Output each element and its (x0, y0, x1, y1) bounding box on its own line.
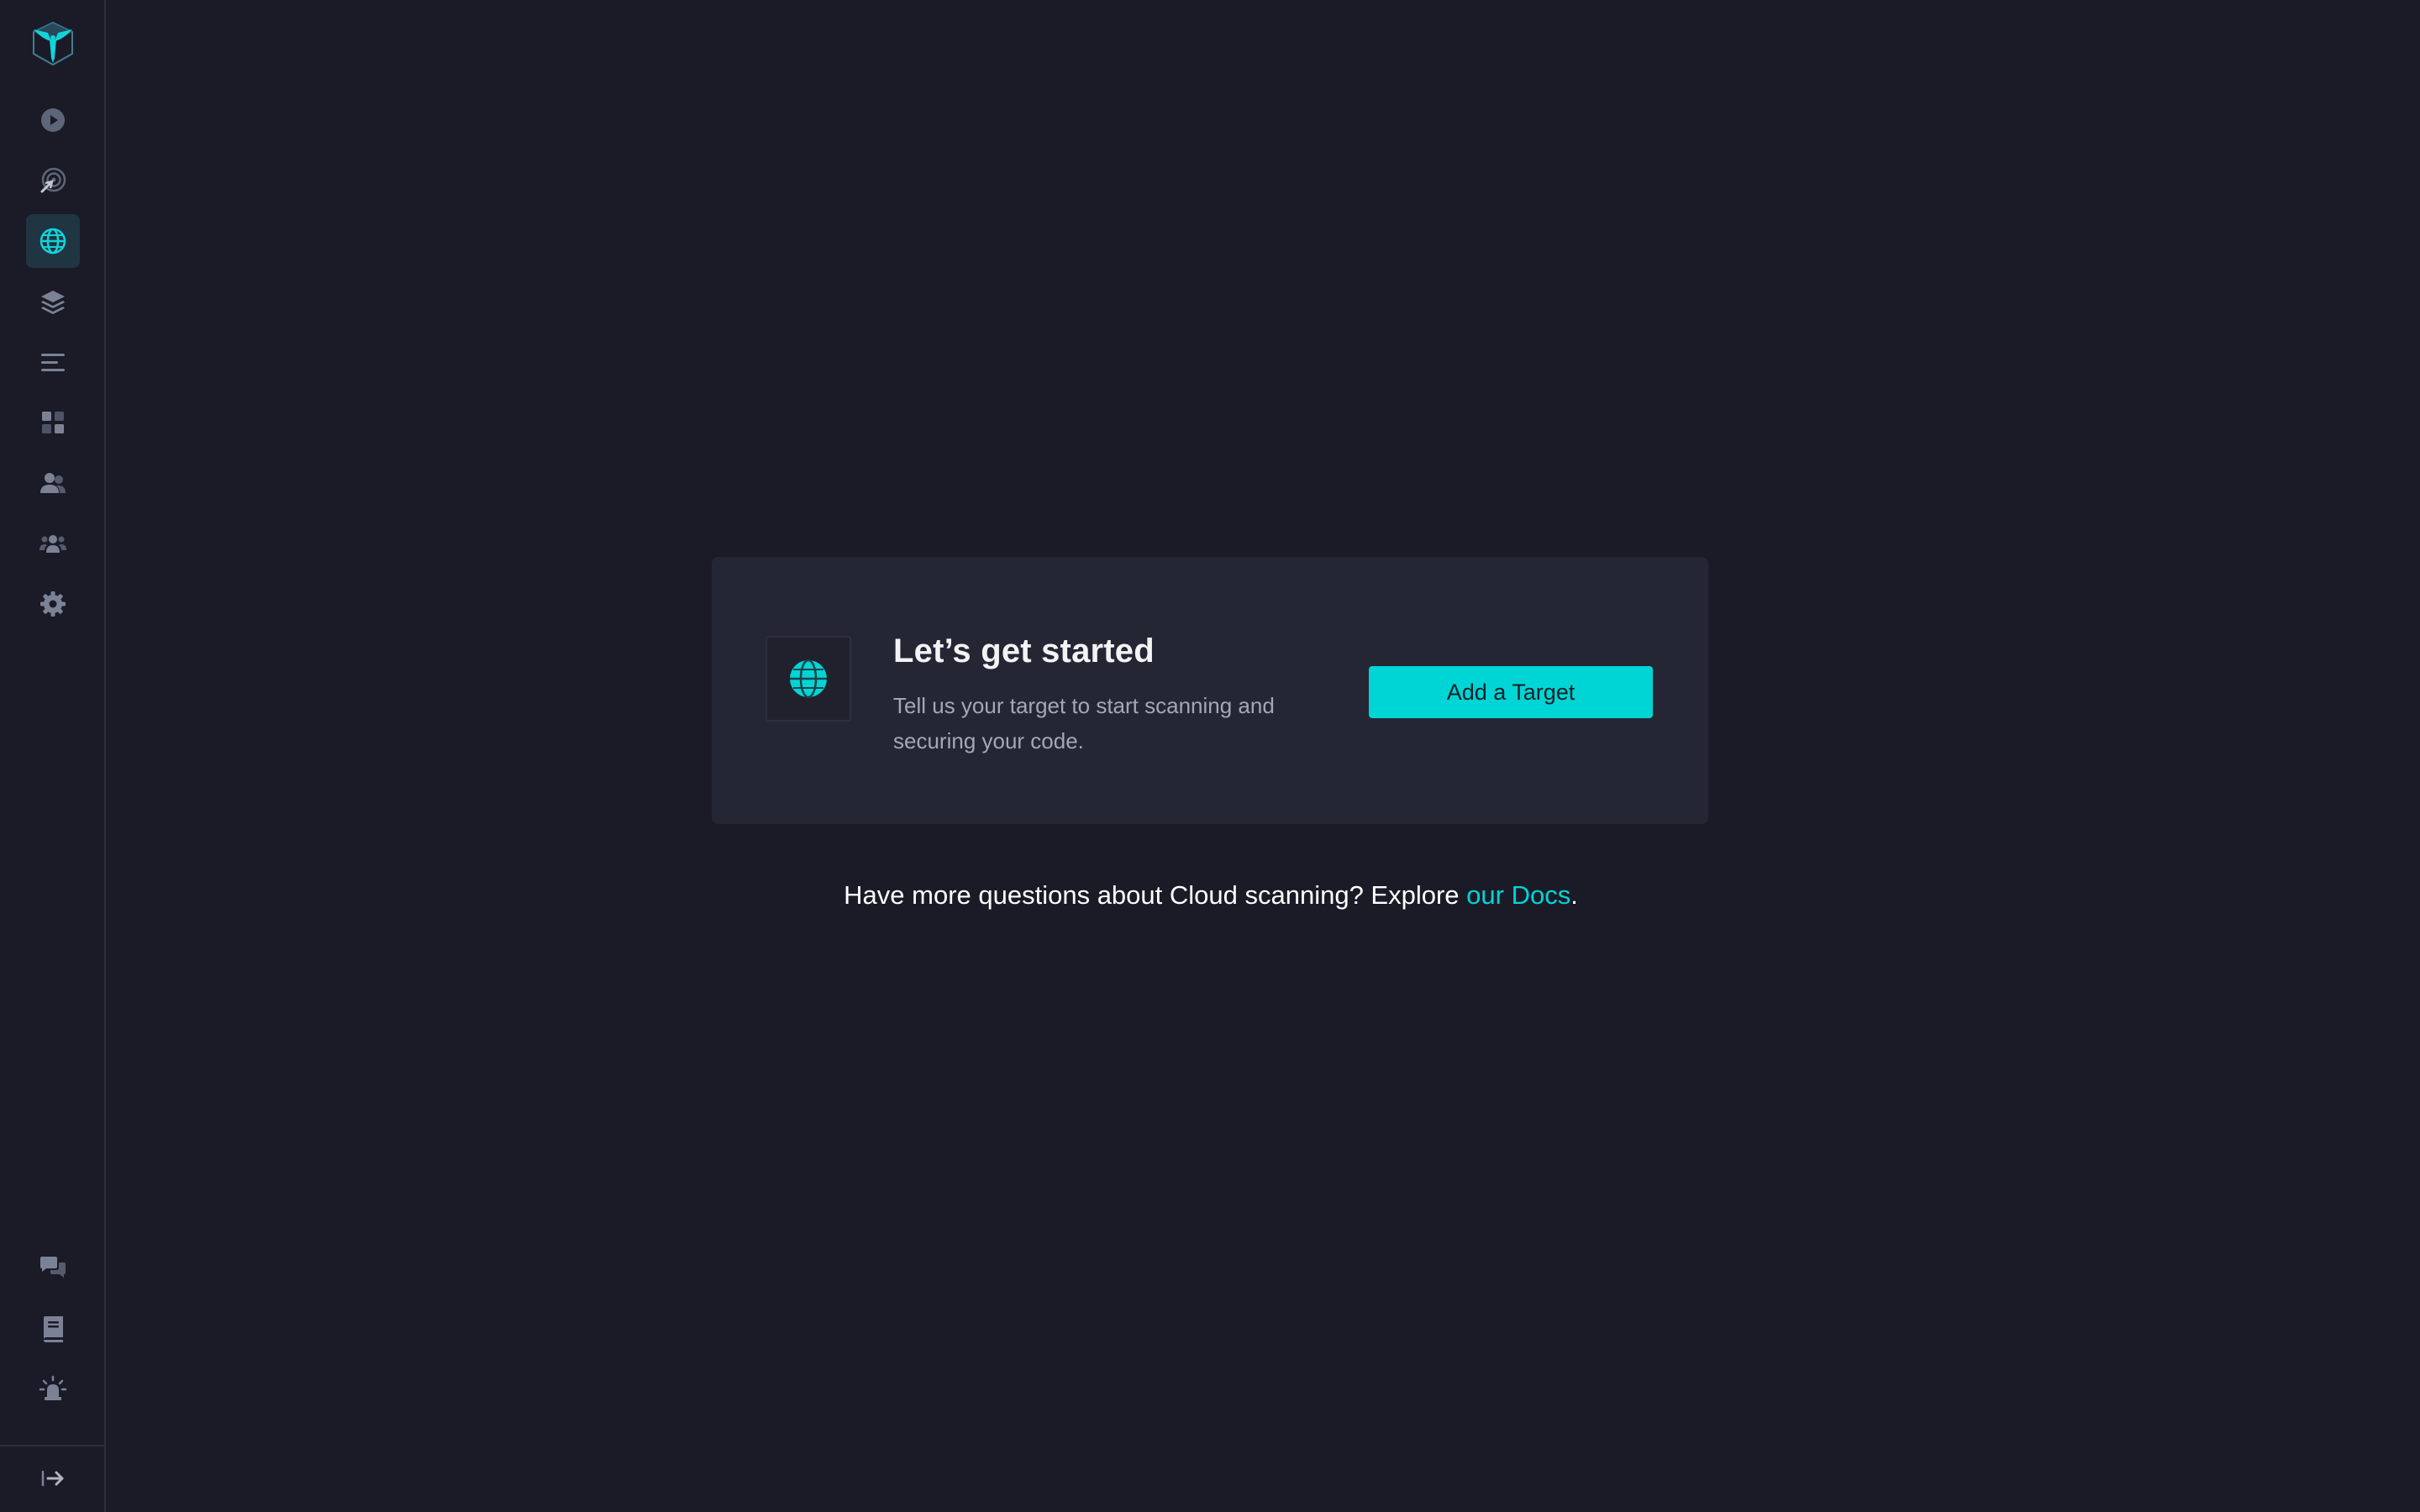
sidebar-item-settings[interactable] (26, 577, 80, 631)
book-icon (44, 1316, 63, 1342)
sidebar-item-chat[interactable] (26, 1242, 80, 1295)
add-target-button[interactable]: Add a Target (1369, 666, 1653, 718)
sidebar-item-layers[interactable] (26, 275, 80, 328)
sidebar-item-scan-activity[interactable] (26, 154, 80, 207)
sidebar-item-users[interactable] (26, 456, 80, 510)
sidebar-item-scans[interactable] (26, 93, 80, 147)
sidebar-item-dashboard[interactable] (26, 396, 80, 449)
docs-prompt: Have more questions about Cloud scanning… (106, 880, 2316, 911)
sidebar-item-report-bug[interactable] (26, 1362, 80, 1416)
docs-prompt-text: Have more questions about Cloud scanning… (844, 880, 1467, 910)
play-circle-icon (41, 108, 65, 132)
docs-link[interactable]: our Docs (1466, 880, 1570, 910)
bug-alert-icon (39, 1375, 67, 1400)
sidebar-item-lists[interactable] (26, 335, 80, 389)
main-content: Let’s get started Tell us your target to… (106, 0, 2420, 1512)
card-description: Tell us your target to start scanning an… (893, 693, 1275, 753)
radar-icon (40, 167, 66, 193)
card-title: Let’s get started (893, 633, 1155, 669)
team-icon (39, 535, 66, 553)
sidebar-divider (0, 1445, 104, 1446)
sidebar-collapse-toggle[interactable] (26, 1452, 80, 1505)
docs-prompt-suffix: . (1570, 880, 1578, 910)
globe-icon (39, 228, 66, 255)
gear-icon (40, 591, 66, 617)
card-icon-box (765, 636, 851, 722)
layers-icon (41, 291, 65, 314)
logo-icon[interactable] (28, 18, 78, 71)
sidebar-item-teams[interactable] (26, 517, 80, 570)
globe-icon (790, 659, 827, 699)
get-started-card: Let’s get started Tell us your target to… (712, 557, 1708, 824)
sidebar-item-targets[interactable] (26, 214, 80, 268)
chat-bubbles-icon (40, 1257, 66, 1278)
sidebar-item-docs[interactable] (26, 1302, 80, 1356)
list-lines-icon (41, 354, 65, 371)
sidebar (0, 0, 106, 1512)
grid-blocks-icon (42, 412, 64, 433)
users-icon (40, 473, 66, 493)
expand-arrow-icon (41, 1470, 64, 1487)
app-root: Let’s get started Tell us your target to… (0, 0, 2420, 1512)
